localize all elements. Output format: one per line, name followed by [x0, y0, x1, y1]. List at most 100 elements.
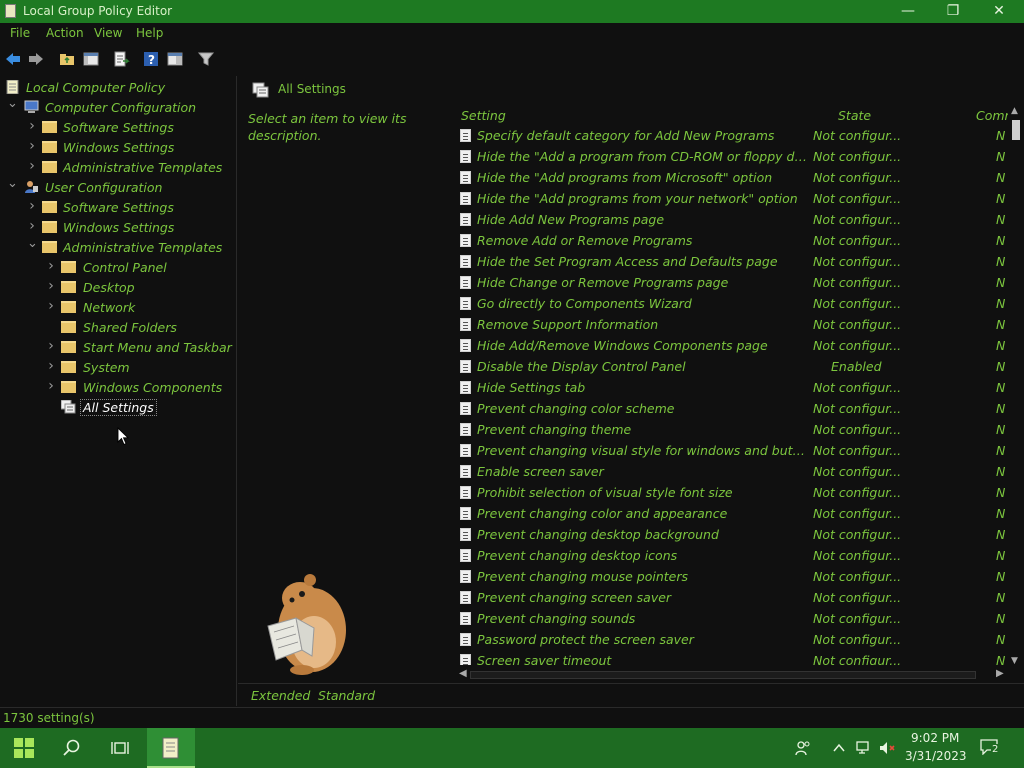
setting-row[interactable]: Specify default category for Add New Pro… [456, 125, 1016, 146]
setting-row[interactable]: Screen saver timeout Not configur... N [456, 650, 1016, 665]
setting-row[interactable]: Prevent changing desktop icons Not config… [456, 545, 1016, 566]
chevron-right-icon[interactable]: › [27, 139, 37, 154]
tree-item[interactable]: › System [0, 357, 237, 377]
setting-row[interactable]: Prevent changing theme Not configur... N [456, 419, 1016, 440]
setting-row[interactable]: Remove Add or Remove Programs Not configu… [456, 230, 1016, 251]
scroll-right-icon[interactable]: ▶ [996, 668, 1004, 679]
tree-item[interactable]: › Windows Components [0, 377, 237, 397]
clock-date[interactable]: 3/31/2023 [905, 749, 967, 763]
setting-row[interactable]: Password protect the screen saver Not con… [456, 629, 1016, 650]
chevron-right-icon[interactable]: › [27, 219, 37, 234]
tree-item[interactable]: › Software Settings [0, 117, 237, 137]
policy-setting-icon [460, 255, 471, 268]
setting-row[interactable]: Prevent changing visual style for window… [456, 440, 1016, 461]
column-comment[interactable]: Comm [976, 108, 1008, 123]
menu-view[interactable]: View [94, 26, 122, 40]
people-icon[interactable] [795, 740, 811, 756]
back-arrow-icon[interactable] [4, 50, 22, 68]
tree-item[interactable]: ⌄ User Configuration [0, 177, 237, 197]
tree-item[interactable]: ⌄ Administrative Templates [0, 237, 237, 257]
chevron-right-icon[interactable]: › [27, 159, 37, 174]
setting-row[interactable]: Prohibit selection of visual style font … [456, 482, 1016, 503]
setting-row[interactable]: Prevent changing desktop background Not c… [456, 524, 1016, 545]
column-state[interactable]: State [838, 108, 871, 123]
chevron-right-icon[interactable]: › [46, 259, 56, 274]
volume-muted-icon[interactable] [878, 740, 896, 756]
tree-item[interactable]: › Network [0, 297, 237, 317]
vertical-scrollbar[interactable]: ▲ ▼ [1008, 106, 1024, 668]
help-icon[interactable]: ? [142, 50, 160, 68]
export-list-icon[interactable] [112, 50, 130, 68]
chevron-right-icon[interactable]: › [27, 119, 37, 134]
filter-icon[interactable] [197, 50, 215, 68]
tree-item[interactable]: › Software Settings [0, 197, 237, 217]
tree-item[interactable]: Local Computer Policy [0, 77, 237, 97]
chevron-right-icon[interactable]: › [46, 279, 56, 294]
setting-row[interactable]: Hide the "Add programs from Microsoft" o… [456, 167, 1016, 188]
tree-item-label: Shared Folders [83, 320, 177, 335]
setting-row[interactable]: Hide Add New Programs page Not configur..… [456, 209, 1016, 230]
setting-row[interactable]: Go directly to Components Wizard Not conf… [456, 293, 1016, 314]
show-hide-tree-icon[interactable] [82, 50, 100, 68]
setting-row[interactable]: Hide the "Add a program from CD-ROM or f… [456, 146, 1016, 167]
hscroll-thumb[interactable] [470, 671, 976, 679]
horizontal-scrollbar[interactable]: ◀ ▶ [456, 668, 1008, 682]
tree-item[interactable]: › Control Panel [0, 257, 237, 277]
setting-row[interactable]: Prevent changing color and appearance Not… [456, 503, 1016, 524]
setting-row[interactable]: Prevent changing screen saver Not configu… [456, 587, 1016, 608]
tree-item[interactable]: Shared Folders [0, 317, 237, 337]
properties-view-icon[interactable] [166, 50, 184, 68]
minimize-button[interactable]: — [885, 0, 931, 23]
chevron-up-icon[interactable] [832, 741, 846, 755]
setting-row[interactable]: Prevent changing color scheme Not configu… [456, 398, 1016, 419]
scroll-up-icon[interactable]: ▲ [1011, 106, 1018, 116]
menu-action[interactable]: Action [46, 26, 84, 40]
clock-time[interactable]: 9:02 PM [911, 731, 959, 745]
chevron-down-icon[interactable]: ⌄ [7, 177, 18, 194]
scroll-thumb[interactable] [1012, 120, 1020, 140]
menu-help[interactable]: Help [136, 26, 163, 40]
network-icon[interactable] [855, 740, 873, 756]
description-text: Select an item to view its description. [248, 111, 407, 143]
scroll-down-icon[interactable]: ▼ [1011, 656, 1018, 666]
notifications-button[interactable]: 2 [980, 739, 1002, 757]
taskbar-group-policy-editor[interactable] [147, 728, 195, 768]
scroll-left-icon[interactable]: ◀ [459, 668, 467, 679]
tree-item[interactable]: ⌄ Computer Configuration [0, 97, 237, 117]
task-view-button[interactable] [96, 728, 144, 768]
setting-row[interactable]: Prevent changing sounds Not configur... N [456, 608, 1016, 629]
setting-row[interactable]: Hide the Set Program Access and Defaults… [456, 251, 1016, 272]
setting-row[interactable]: Disable the Display Control Panel Enabled… [456, 356, 1016, 377]
policy-setting-icon [460, 528, 471, 541]
tree-item[interactable]: › Desktop [0, 277, 237, 297]
chevron-right-icon[interactable]: › [46, 339, 56, 354]
forward-arrow-icon[interactable] [27, 50, 45, 68]
tree-item[interactable]: › Windows Settings [0, 217, 237, 237]
setting-row[interactable]: Prevent changing mouse pointers Not confi… [456, 566, 1016, 587]
setting-row[interactable]: Hide Add/Remove Windows Components page N… [456, 335, 1016, 356]
start-button[interactable] [0, 728, 48, 768]
chevron-right-icon[interactable]: › [46, 379, 56, 394]
tree-item[interactable]: › Administrative Templates [0, 157, 237, 177]
chevron-down-icon[interactable]: ⌄ [7, 97, 18, 114]
maximize-button[interactable]: ❐ [930, 0, 976, 23]
chevron-right-icon[interactable]: › [46, 299, 56, 314]
setting-row[interactable]: Hide Settings tab Not configur... N [456, 377, 1016, 398]
tab-standard[interactable]: Standard [318, 688, 375, 703]
setting-row[interactable]: Hide the "Add programs from your network… [456, 188, 1016, 209]
chevron-down-icon[interactable]: ⌄ [27, 237, 38, 254]
search-button[interactable] [48, 728, 96, 768]
column-setting[interactable]: Setting [461, 108, 506, 123]
tree-item[interactable]: › Windows Settings [0, 137, 237, 157]
close-button[interactable]: ✕ [976, 0, 1022, 23]
setting-row[interactable]: Enable screen saver Not configur... N [456, 461, 1016, 482]
tree-item[interactable]: All Settings [0, 397, 237, 417]
tree-item[interactable]: › Start Menu and Taskbar [0, 337, 237, 357]
menu-file[interactable]: File [10, 26, 30, 40]
chevron-right-icon[interactable]: › [27, 199, 37, 214]
setting-row[interactable]: Hide Change or Remove Programs page Not c… [456, 272, 1016, 293]
chevron-right-icon[interactable]: › [46, 359, 56, 374]
setting-row[interactable]: Remove Support Information Not configur..… [456, 314, 1016, 335]
up-folder-icon[interactable] [58, 50, 76, 68]
tab-extended[interactable]: Extended [251, 688, 310, 703]
